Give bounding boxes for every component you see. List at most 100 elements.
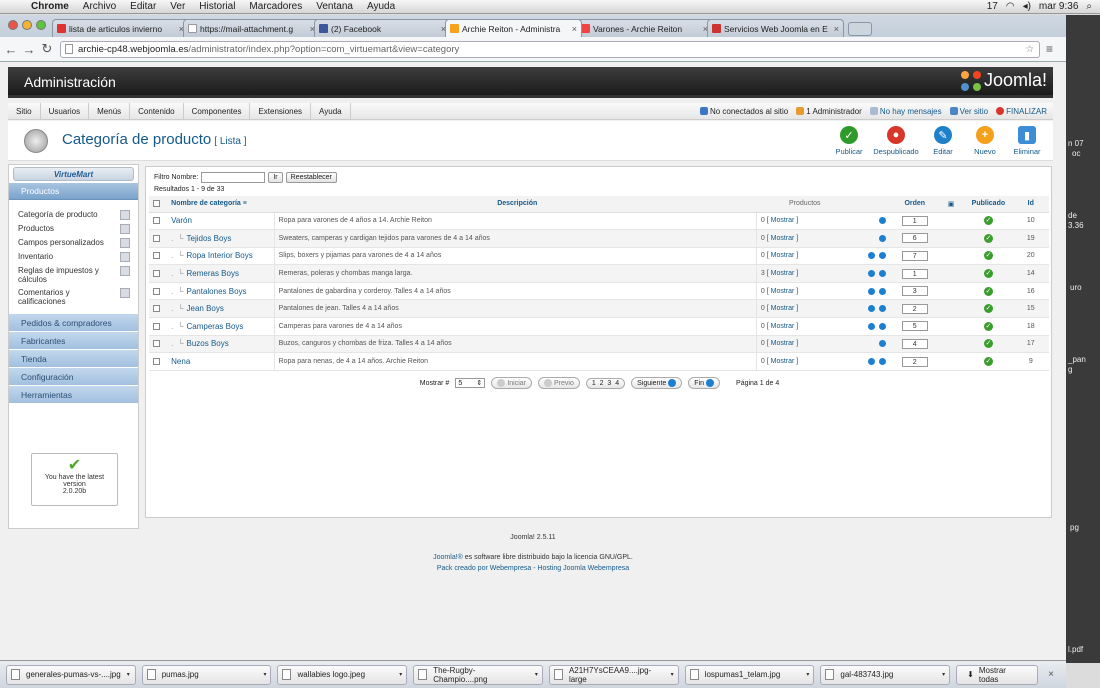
show-all-downloads-button[interactable]: ⬇ Mostrar todas [956,664,1039,685]
prev-button[interactable]: Previo [538,377,580,389]
menu-ver[interactable]: Ver [163,1,192,12]
published-icon[interactable]: ✓ [983,269,993,279]
sidebar-item-campos[interactable]: Campos personalizados [9,236,138,250]
download-item[interactable]: lospumas1_telam.jpg ▾ [684,664,815,685]
category-name-link[interactable]: Varón [167,212,275,231]
download-item[interactable]: gal-483743.jpg ▾ [820,664,951,685]
sidebar-section-productos[interactable]: Productos [9,183,138,200]
edit-button[interactable]: ✎ Editar [925,126,961,156]
order-input[interactable]: 4 [901,338,928,349]
menu-contenido[interactable]: Contenido [130,103,184,119]
new-tab-button[interactable] [848,22,872,36]
order-input[interactable]: 6 [901,233,928,244]
published-icon[interactable]: ✓ [983,251,993,261]
menu-sitio[interactable]: Sitio [8,103,41,119]
order-input[interactable]: 2 [901,356,928,367]
url-field[interactable]: archie-cp48.webjoomla.es/administrator/i… [60,40,1040,58]
back-icon[interactable]: ← [4,42,18,57]
dropdown-icon[interactable]: ▾ [263,671,266,678]
wifi-icon[interactable]: ◠ [1006,1,1015,12]
row-checkbox[interactable] [153,217,160,225]
move-down-icon[interactable] [878,305,886,313]
show-select[interactable]: 5 ⇕ [455,378,486,388]
bookmark-star-icon[interactable]: ☆ [1025,44,1039,55]
move-down-icon[interactable] [878,217,886,225]
col-name-header[interactable]: Nombre de categoría ≡ [167,196,275,213]
tab-servicios-web[interactable]: Servicios Web Joomla en E × [707,19,844,37]
spotlight-icon[interactable]: ⌕ [1086,1,1092,12]
move-down-icon[interactable] [878,322,886,330]
close-tab-icon[interactable]: × [572,24,577,34]
menu-componentes[interactable]: Componentes [184,103,251,119]
sidebar-link-configuracion[interactable]: Configuración [9,368,138,386]
order-input[interactable]: 2 [901,303,928,314]
category-name-link[interactable]: . └ Buzos Boys [167,335,275,354]
close-tab-icon[interactable]: × [834,24,839,34]
tab-mail-attachment[interactable]: https://mail-attachment.g × [183,19,320,37]
show-products-link[interactable]: [ Mostrar ] [767,288,799,295]
sidebar-link-tienda[interactable]: Tienda [9,350,138,368]
category-name-link[interactable]: . └ Pantalones Boys [167,282,275,301]
category-name-link[interactable]: . └ Camperas Boys [167,317,275,336]
move-up-icon[interactable] [878,340,886,348]
category-name-link[interactable]: . └ Jean Boys [167,299,275,319]
col-id-header[interactable]: Id [1008,196,1049,213]
sidebar-item-comentarios[interactable]: Comentarios y calificaciones [9,286,138,308]
footer-credit-link[interactable]: Pack creado por Webempresa - Hosting Joo… [0,563,1066,574]
new-button[interactable]: + Nuevo [967,126,1003,156]
dropdown-icon[interactable]: ▾ [671,671,674,678]
start-button[interactable]: Iniciar [491,377,532,389]
select-all-checkbox[interactable] [153,200,160,208]
move-down-icon[interactable] [878,252,886,260]
sidebar-item-reglas[interactable]: Reglas de impuestos y cálculos [9,264,138,286]
dropdown-icon[interactable]: ▾ [127,671,130,678]
col-published-header[interactable]: Publicado [964,196,1009,213]
sidebar-item-inventario[interactable]: Inventario [9,250,138,264]
logout-link[interactable]: FINALIZAR [996,107,1047,116]
close-window-button[interactable] [8,20,18,30]
menu-ventana[interactable]: Ventana [309,1,360,12]
row-checkbox[interactable] [153,252,160,260]
show-products-link[interactable]: [ Mostrar ] [767,235,799,242]
order-input[interactable]: 7 [901,250,928,261]
order-input[interactable]: 3 [901,286,928,297]
sidebar-link-pedidos[interactable]: Pedidos & compradores [9,314,138,332]
menu-ayuda[interactable]: Ayuda [360,1,402,12]
end-button[interactable]: Fin [688,377,721,389]
order-input[interactable]: 1 [901,215,928,226]
status-messages[interactable]: No hay mensajes [869,107,942,116]
move-down-icon[interactable] [878,234,886,242]
tab-varones[interactable]: Varones - Archie Reiton × [576,19,713,37]
tab-archie-admin[interactable]: Archie Reiton - Administra × [445,19,582,37]
download-item[interactable]: The-Rugby-Champio....png ▾ [413,664,543,685]
tab-gmail[interactable]: lista de articulos invierno × [52,19,189,37]
sidebar-link-fabricantes[interactable]: Fabricantes [9,332,138,350]
show-products-link[interactable]: [ Mostrar ] [767,252,799,259]
menu-ayuda-admin[interactable]: Ayuda [311,103,351,119]
col-desc-header[interactable]: Descripción [274,196,757,213]
row-checkbox[interactable] [153,340,160,348]
category-name-link[interactable]: Nena [167,352,275,371]
joomla-link[interactable]: Joomla!® [433,554,463,561]
menu-editar[interactable]: Editar [123,1,163,12]
delete-button[interactable]: ▮ Eliminar [1009,126,1045,156]
row-checkbox[interactable] [153,322,160,330]
published-icon[interactable]: ✓ [983,233,993,243]
page-numbers[interactable]: 1 2 3 4 [585,377,626,389]
published-icon[interactable]: ✓ [983,286,993,296]
show-products-link[interactable]: [ Mostrar ] [767,358,799,365]
clock[interactable]: mar 9:36 [1039,1,1078,12]
category-name-link[interactable]: . └ Remeras Boys [167,264,275,283]
zoom-window-button[interactable] [36,20,46,30]
dropdown-icon[interactable]: ▾ [806,671,809,678]
published-icon[interactable]: ✓ [983,216,993,226]
col-order-header[interactable]: Orden [891,196,934,213]
close-downloads-icon[interactable]: × [1048,669,1058,680]
dropdown-icon[interactable]: ▾ [535,671,538,678]
download-item[interactable]: generales-pumas-vs-....jpg ▾ [6,664,136,685]
sidebar-link-herramientas[interactable]: Herramientas [9,386,138,404]
show-products-link[interactable]: [ Mostrar ] [767,305,799,312]
save-order-icon[interactable]: ▣ [933,196,965,213]
published-icon[interactable]: ✓ [983,321,993,331]
tab-facebook[interactable]: (2) Facebook × [314,19,451,37]
